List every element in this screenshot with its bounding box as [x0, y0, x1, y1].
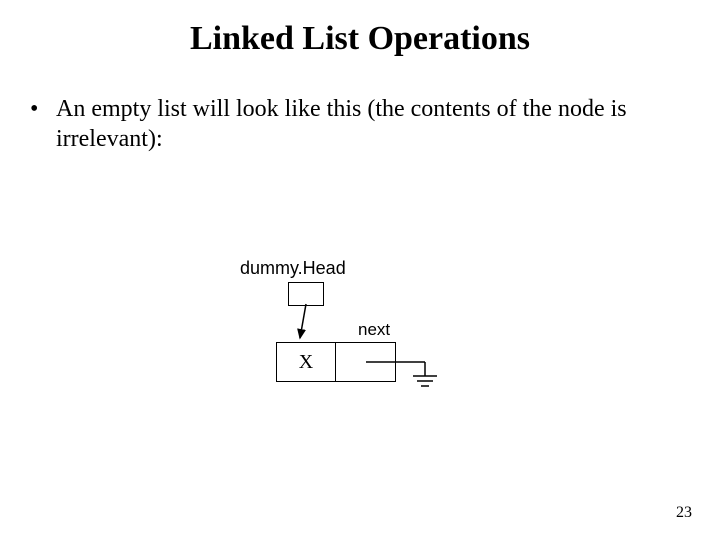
linked-list-diagram: dummy.Head next X	[240, 258, 540, 438]
bullet-text: An empty list will look like this (the c…	[56, 94, 670, 154]
diagram-arrows	[240, 258, 540, 438]
page-number: 23	[676, 504, 692, 522]
bullet-dot: •	[30, 94, 38, 124]
bullet-item: • An empty list will look like this (the…	[30, 94, 670, 154]
slide: Linked List Operations • An empty list w…	[0, 0, 720, 540]
page-title: Linked List Operations	[0, 20, 720, 58]
pointer-arrow-icon	[300, 304, 306, 338]
